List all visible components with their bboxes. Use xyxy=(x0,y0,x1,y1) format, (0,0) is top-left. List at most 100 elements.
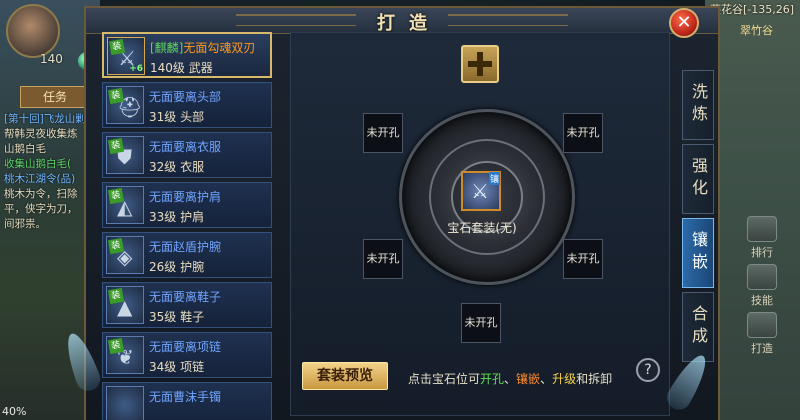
side-button-0[interactable]: 排行 xyxy=(732,216,792,260)
quest-tab[interactable]: 任务 xyxy=(20,86,90,108)
player-level: 140 xyxy=(40,52,63,66)
equipped-badge: 装 xyxy=(107,87,125,105)
side-button-label: 技能 xyxy=(751,294,773,307)
equipment-icon: ◭ 装 xyxy=(106,186,144,224)
equipment-level: 31级 xyxy=(149,110,177,124)
equipment-slot: 鞋子 xyxy=(180,310,205,324)
equipment-item[interactable]: 无面曹沫手镯 xyxy=(102,382,272,420)
set-preview-button[interactable]: 套装预览 xyxy=(302,362,388,390)
equipment-level: 140级 xyxy=(150,61,185,75)
tab-2[interactable]: 镶嵌 xyxy=(682,218,714,288)
hint-open: 开孔 xyxy=(480,372,505,386)
battery-level: 40% xyxy=(2,405,27,418)
hint-text: 点击宝石位可 xyxy=(408,372,481,386)
side-button-2[interactable]: 打造 xyxy=(732,312,792,356)
equipment-meta: 35级 鞋子 xyxy=(149,308,204,325)
game-screen: 140 任务 [第十回]飞龙山剿 帮韩灵夜收集炼 山鹅白毛 收集山鹅白毛(桃木江湖令(… xyxy=(0,0,800,420)
equipment-name: 无面要离护肩 xyxy=(149,190,222,204)
equipped-badge: 装 xyxy=(107,137,125,155)
plus-icon xyxy=(468,52,492,76)
hint-sep: 、 xyxy=(540,372,553,386)
equipment-icon: ❦ 装 xyxy=(106,336,144,374)
socket-area: 未开孔 未开孔 未开孔 未开孔 未开孔 ⚔ 镶 宝石套装(无) xyxy=(290,32,670,416)
equipment-icon: ◈ 装 xyxy=(106,236,144,274)
equipment-slot: 衣服 xyxy=(180,160,205,174)
equipment-meta: 26级 护腕 xyxy=(149,258,204,275)
socket-top-left[interactable]: 未开孔 xyxy=(363,113,403,153)
equipped-badge: 装 xyxy=(108,38,126,56)
equipment-slot: 护腕 xyxy=(180,260,205,274)
socket-top-right[interactable]: 未开孔 xyxy=(563,113,603,153)
menu-icon xyxy=(747,216,777,242)
equipment-name: 无面要离项链 xyxy=(149,340,222,354)
equipment-title: 无面勾魂双刃 xyxy=(183,41,256,55)
location-readout: 燕花谷[-135,26] xyxy=(710,3,795,16)
equipment-icon: ⛊ 装 xyxy=(106,136,144,174)
title-ornament-left xyxy=(236,14,356,26)
side-button-label: 排行 xyxy=(751,246,773,259)
equipment-prefix: [麒麟] xyxy=(150,41,184,55)
menu-icon xyxy=(747,264,777,290)
equipment-item[interactable]: ◭ 装无面要离护肩 33级 护肩 xyxy=(102,182,272,228)
equipment-meta: 32级 衣服 xyxy=(149,158,204,175)
equipment-name: 无面要离鞋子 xyxy=(149,290,222,304)
equipment-item[interactable]: ⛑ 装无面要离头部 31级 头部 xyxy=(102,82,272,128)
equipment-name: 无面要离头部 xyxy=(149,90,222,104)
equipped-badge: 装 xyxy=(107,337,125,355)
side-button-1[interactable]: 技能 xyxy=(732,264,792,308)
equipment-slot: 项链 xyxy=(180,360,205,374)
map-name: 翠竹谷 xyxy=(740,24,773,37)
tab-1[interactable]: 强化 xyxy=(682,144,714,214)
equipment-meta: 34级 项链 xyxy=(149,358,204,375)
equipment-slot: 武器 xyxy=(188,61,213,75)
equipment-icon: ⚔ 装 +6 xyxy=(107,37,145,75)
help-button[interactable]: ? xyxy=(636,358,660,382)
equipment-icon: ⛑ 装 xyxy=(106,86,144,124)
hint-text: 和拆卸 xyxy=(576,372,613,386)
inlay-badge: 镶 xyxy=(489,172,501,185)
equipment-level: 34级 xyxy=(149,360,177,374)
hint-upgrade: 升级 xyxy=(552,372,577,386)
title-bar: 打造 xyxy=(86,8,718,34)
player-avatar[interactable] xyxy=(6,4,60,58)
equipment-list[interactable]: ⚔ 装 +6 [麒麟]无面勾魂双刃 140级 武器 ⛑ 装无面要离头部 31级 头部 ⛊ 装无面要… xyxy=(102,32,274,420)
equipment-name: [麒麟]无面勾魂双刃 xyxy=(150,39,255,56)
socket-mid-left[interactable]: 未开孔 xyxy=(363,239,403,279)
equipment-name: 无面曹沫手镯 xyxy=(149,390,222,404)
equipment-level: 33级 xyxy=(149,210,177,224)
side-button-label: 打造 xyxy=(751,342,773,355)
equipment-item[interactable]: ◈ 装无面赵盾护腕 26级 护腕 xyxy=(102,232,272,278)
equipped-badge: 装 xyxy=(107,237,125,255)
equipment-meta: 140级 武器 xyxy=(150,59,213,76)
hint-sep: 、 xyxy=(504,372,517,386)
title-ornament-right xyxy=(448,14,568,26)
enhance-level: +6 xyxy=(129,64,143,74)
equipment-level: 26级 xyxy=(149,260,177,274)
socket-mid-right[interactable]: 未开孔 xyxy=(563,239,603,279)
socket-hint: 点击宝石位可开孔、镶嵌、升级和拆卸 xyxy=(408,370,612,387)
weapon-icon: ⚔ xyxy=(471,179,489,203)
menu-icon xyxy=(747,312,777,338)
hint-inlay: 镶嵌 xyxy=(516,372,541,386)
close-button[interactable]: ✕ xyxy=(669,8,699,38)
gem-set-label: 宝石套装(无) xyxy=(447,221,517,235)
equipped-badge: 装 xyxy=(107,287,125,305)
add-gem-button[interactable] xyxy=(461,45,499,83)
equipment-level: 35级 xyxy=(149,310,177,324)
equipment-slot: 头部 xyxy=(180,110,205,124)
selected-equipment-icon[interactable]: ⚔ 镶 xyxy=(461,171,501,211)
equipped-badge: 装 xyxy=(107,187,125,205)
tab-3[interactable]: 合成 xyxy=(682,292,714,362)
equipment-slot: 护肩 xyxy=(180,210,205,224)
equipment-item[interactable]: ⛊ 装无面要离衣服 32级 衣服 xyxy=(102,132,272,178)
equipment-level: 32级 xyxy=(149,160,177,174)
tab-0[interactable]: 洗炼 xyxy=(682,70,714,140)
equipment-item[interactable]: ❦ 装无面要离项链 34级 项链 xyxy=(102,332,272,378)
equipment-item[interactable]: ⚔ 装 +6 [麒麟]无面勾魂双刃 140级 武器 xyxy=(102,32,272,78)
equipment-icon xyxy=(106,386,144,420)
equipment-item[interactable]: ▲ 装无面要离鞋子 35级 鞋子 xyxy=(102,282,272,328)
equipment-meta: 33级 护肩 xyxy=(149,208,204,225)
equipment-name: 无面要离衣服 xyxy=(149,140,222,154)
socket-bottom[interactable]: 未开孔 xyxy=(461,303,501,343)
equipment-meta: 31级 头部 xyxy=(149,108,204,125)
